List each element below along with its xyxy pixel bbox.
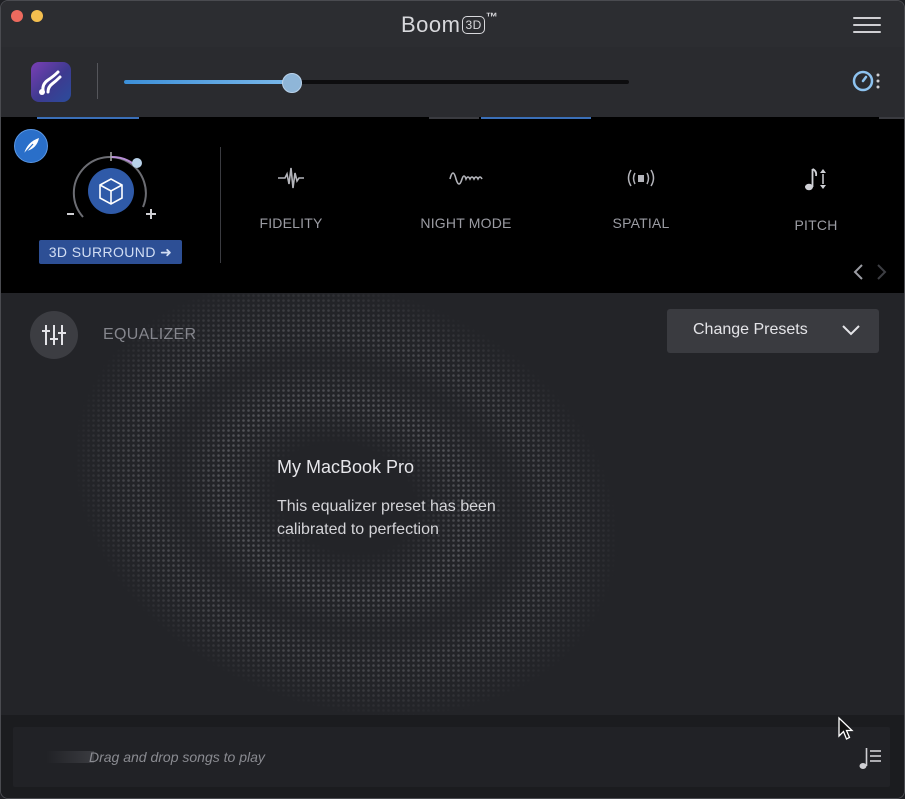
3d-surround-button[interactable]: 3D SURROUND ➜: [39, 240, 182, 264]
boom-logo-icon[interactable]: [31, 62, 71, 102]
equalizer-label: EQUALIZER: [103, 326, 197, 343]
prev-arrow-icon[interactable]: [852, 263, 866, 281]
change-presets-button[interactable]: Change Presets: [667, 309, 879, 353]
tab-indicator: [429, 117, 479, 119]
chevron-down-icon: [842, 325, 860, 336]
volume-slider[interactable]: [124, 73, 629, 93]
equalizer-panel: EQUALIZER Change Presets My MacBook Pro …: [1, 293, 904, 715]
effect-fidelity[interactable]: FIDELITY: [226, 165, 356, 231]
waveform-compressed-icon: [449, 172, 483, 185]
waveform-pulse-icon: [278, 167, 304, 189]
effect-label: PITCH: [794, 217, 838, 233]
drop-bar: Drag and drop songs to play: [1, 715, 904, 798]
window-title: Boom 3D ™: [401, 10, 499, 38]
music-note-pitch-icon: [805, 168, 826, 191]
tab-indicator: [481, 117, 591, 119]
mouse-pointer-icon: [838, 716, 854, 740]
trademark: ™: [485, 10, 499, 24]
feather-icon[interactable]: [14, 129, 48, 163]
effect-label: NIGHT MODE: [420, 215, 512, 231]
effects-panel: 3D SURROUND ➜ FIDELITY NIGHT MODE SPATIA…: [1, 117, 904, 293]
output-device-icon[interactable]: [852, 69, 882, 93]
presets-label: Change Presets: [693, 321, 808, 338]
divider: [97, 63, 98, 99]
effect-night-mode[interactable]: NIGHT MODE: [401, 165, 531, 231]
tab-indicator: [879, 117, 904, 119]
drop-zone-shade: [46, 751, 94, 763]
divider: [220, 147, 221, 263]
preset-name: My MacBook Pro: [277, 457, 415, 477]
effect-spatial[interactable]: SPATIAL: [576, 165, 706, 231]
spatial-speaker-icon: [627, 169, 655, 187]
effect-label: FIDELITY: [259, 215, 323, 231]
volume-knob[interactable]: [281, 73, 302, 93]
drop-zone-text: Drag and drop songs to play: [89, 749, 265, 765]
effect-label: SPATIAL: [612, 215, 670, 231]
minimize-window-button[interactable]: [31, 10, 43, 22]
drop-zone[interactable]: Drag and drop songs to play: [13, 727, 890, 787]
volume-bar: [1, 47, 904, 117]
volume-fill: [124, 80, 291, 84]
equalizer-sliders-icon[interactable]: [30, 311, 78, 359]
menu-icon[interactable]: [853, 17, 881, 35]
playlist-icon[interactable]: [857, 745, 883, 771]
next-arrow-icon[interactable]: [874, 263, 888, 281]
effect-pitch[interactable]: PITCH: [751, 165, 881, 233]
app-name-badge: 3D: [462, 16, 485, 34]
title-bar[interactable]: Boom 3D ™: [1, 1, 904, 47]
app-name: Boom: [401, 12, 461, 37]
tab-indicator: [37, 117, 139, 119]
app-window: Boom 3D ™ 3D SURROUND ➜ FIDELITY NIGHT M…: [0, 0, 905, 799]
close-window-button[interactable]: [11, 10, 23, 22]
surround-dial[interactable]: [61, 143, 161, 243]
preset-description: This equalizer preset has been calibrate…: [277, 498, 496, 538]
